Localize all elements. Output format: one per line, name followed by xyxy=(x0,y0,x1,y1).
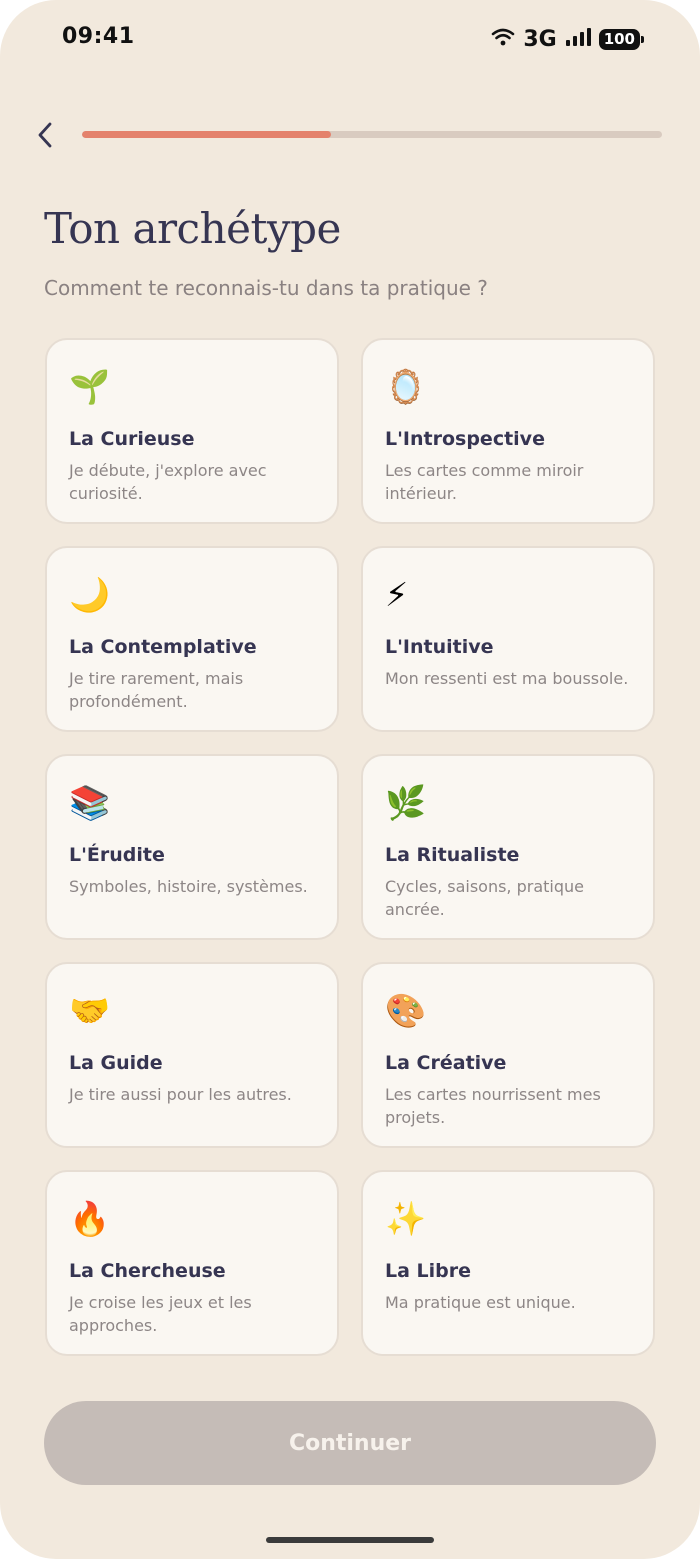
sparkles-icon: ✨ xyxy=(385,1199,427,1238)
archetype-description: Cycles, saisons, pratique ancrée. xyxy=(385,877,584,919)
archetype-description: Mon ressenti est ma boussole. xyxy=(385,669,629,688)
archetype-title: L'Érudite xyxy=(69,844,165,866)
archetype-description: Je tire rarement, mais profondément. xyxy=(69,669,244,711)
archetype-card-5[interactable]: 🌿 La Ritualiste Cycles, saisons, pratiqu… xyxy=(361,754,655,940)
archetype-card-8[interactable]: 🔥 La Chercheuse Je croise les jeux et le… xyxy=(45,1170,339,1356)
archetype-description: Les cartes comme miroir intérieur. xyxy=(385,461,584,503)
archetype-title: La Chercheuse xyxy=(69,1260,226,1282)
herb-icon: 🌿 xyxy=(385,783,427,822)
progress-bar-fill xyxy=(82,131,332,138)
archetype-title: La Libre xyxy=(385,1260,472,1282)
status-icons: 3G 100 xyxy=(491,24,645,54)
archetype-description: Je tire aussi pour les autres. xyxy=(69,1085,292,1104)
archetype-card-2[interactable]: 🌙 La Contemplative Je tire rarement, mai… xyxy=(45,546,339,732)
network-type: 3G xyxy=(523,26,557,52)
archetype-title: L'Intuitive xyxy=(385,636,494,658)
archetype-card-3[interactable]: ⚡ L'Intuitive Mon ressenti est ma bousso… xyxy=(361,546,655,732)
continue-button[interactable]: Continuer xyxy=(44,1401,656,1485)
page-subtitle: Comment te reconnais-tu dans ta pratique… xyxy=(44,276,488,300)
status-time: 09:41 xyxy=(62,24,135,49)
fire-icon: 🔥 xyxy=(69,1199,111,1238)
chevron-left-icon xyxy=(38,122,52,148)
progress-bar xyxy=(82,131,662,138)
onboarding-screen: 09:41 3G 100 Ton archétype Comment te re… xyxy=(0,0,700,1559)
archetype-title: La Curieuse xyxy=(69,428,195,450)
seedling-icon: 🌱 xyxy=(69,367,111,406)
back-button[interactable] xyxy=(28,116,62,154)
battery-icon: 100 xyxy=(598,28,645,50)
archetype-description: Les cartes nourrissent mes projets. xyxy=(385,1085,601,1127)
archetype-description: Je croise les jeux et les approches. xyxy=(69,1293,252,1335)
books-icon: 📚 xyxy=(69,783,111,822)
archetype-title: La Ritualiste xyxy=(385,844,520,866)
archetype-card-1[interactable]: 🪞 L'Introspective Les cartes comme miroi… xyxy=(361,338,655,524)
archetype-card-6[interactable]: 🤝 La Guide Je tire aussi pour les autres… xyxy=(45,962,339,1148)
archetype-description: Ma pratique est unique. xyxy=(385,1293,576,1312)
archetype-title: La Contemplative xyxy=(69,636,257,658)
wifi-icon xyxy=(491,27,515,51)
handshake-icon: 🤝 xyxy=(69,991,111,1030)
archetype-grid: 🌱 La Curieuse Je débute, j'explore avec … xyxy=(45,338,655,1356)
archetype-card-4[interactable]: 📚 L'Érudite Symboles, histoire, systèmes… xyxy=(45,754,339,940)
archetype-title: La Créative xyxy=(385,1052,507,1074)
mirror-icon: 🪞 xyxy=(385,367,427,406)
archetype-card-7[interactable]: 🎨 La Créative Les cartes nourrissent mes… xyxy=(361,962,655,1148)
lightning-icon: ⚡ xyxy=(385,575,409,614)
signal-icon xyxy=(565,27,591,51)
archetype-description: Symboles, histoire, systèmes. xyxy=(69,877,308,896)
archetype-card-0[interactable]: 🌱 La Curieuse Je débute, j'explore avec … xyxy=(45,338,339,524)
crescent-moon-icon: 🌙 xyxy=(69,575,111,614)
home-indicator xyxy=(266,1537,434,1543)
archetype-title: La Guide xyxy=(69,1052,163,1074)
archetype-title: L'Introspective xyxy=(385,428,545,450)
page-title: Ton archétype xyxy=(44,204,341,253)
palette-icon: 🎨 xyxy=(385,991,427,1030)
archetype-description: Je débute, j'explore avec curiosité. xyxy=(69,461,267,503)
archetype-card-9[interactable]: ✨ La Libre Ma pratique est unique. xyxy=(361,1170,655,1356)
